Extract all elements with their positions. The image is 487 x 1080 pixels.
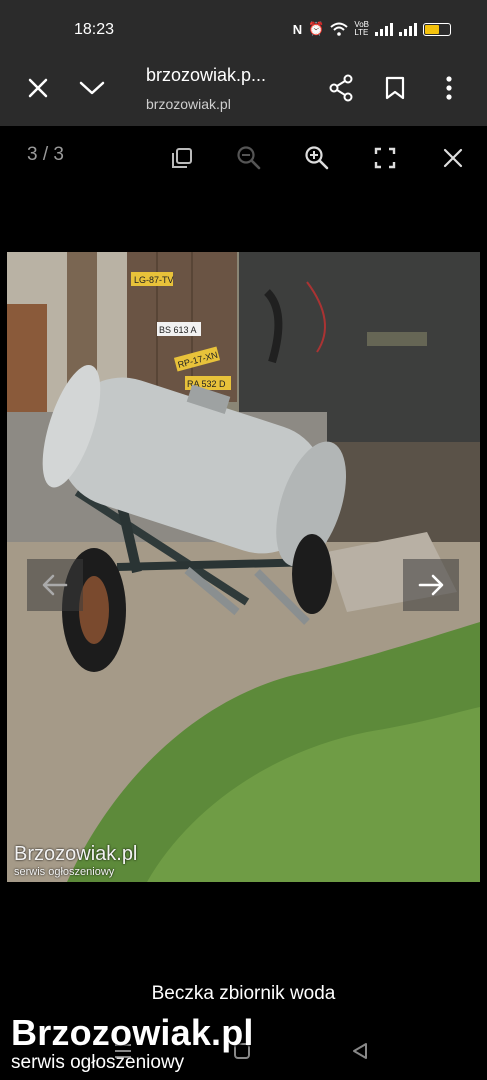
photo-watermark-title: Brzozowiak.pl [14,843,138,865]
bookmark-button[interactable] [377,70,413,106]
prev-image-button[interactable] [27,559,83,611]
copy-button[interactable] [164,140,200,176]
status-icons: N ⏰ VoB LTE [293,21,451,37]
zoom-in-icon [305,146,329,170]
arrow-left-icon [42,574,68,596]
listing-photo[interactable]: LG-87-TV BS 613 A RP-17-XN RA 532 D [7,252,480,882]
close-button[interactable] [20,70,56,106]
share-icon [329,74,353,102]
share-button[interactable] [323,70,359,106]
fullscreen-button[interactable] [367,140,403,176]
image-counter: 3 / 3 [27,144,64,165]
more-vert-icon [446,76,452,100]
more-options-button[interactable] [431,70,467,106]
back-icon [353,1043,367,1059]
nfc-icon: N [292,21,303,37]
plate-1: LG-87-TV [134,275,174,285]
collapse-button[interactable] [74,70,110,106]
fullscreen-icon [374,147,396,169]
photo-watermark-subtitle: serwis ogłoszeniowy [14,866,115,878]
volte-icon: VoB LTE [354,20,369,37]
viewer-toolbar: 3 / 3 [0,126,487,190]
brand-watermark-subtitle: serwis ogłoszeniowy [11,1052,185,1073]
image-caption: Beczka zbiornik woda [151,983,336,1004]
page-url[interactable]: brzozowiak.pl [146,96,231,112]
zoom-out-button[interactable] [231,140,267,176]
brand-watermark-title: Brzozowiak.pl [11,1012,254,1053]
status-bar: 18:23 N ⏰ VoB LTE [0,0,487,58]
battery-icon [423,22,451,36]
viewer-close-button[interactable] [435,140,471,176]
next-image-button[interactable] [403,559,459,611]
zoom-in-button[interactable] [299,140,335,176]
arrow-right-icon [418,574,444,596]
app-header: brzozowiak.p... brzozowiak.pl [0,58,487,126]
back-button[interactable] [349,1040,371,1062]
close-icon [28,78,48,98]
plate-2: BS 613 A [159,325,197,335]
signal-icon [375,22,393,36]
chevron-down-icon [79,81,105,95]
wifi-icon [330,22,348,36]
zoom-out-icon [237,146,261,170]
page-title[interactable]: brzozowiak.p... [146,65,266,86]
signal-icon [399,22,417,36]
alarm-icon: ⏰ [308,21,325,36]
bookmark-icon [385,76,405,100]
close-icon [443,148,463,168]
battery-fill [425,24,439,34]
copy-icon [172,148,192,168]
status-time: 18:23 [74,21,115,38]
